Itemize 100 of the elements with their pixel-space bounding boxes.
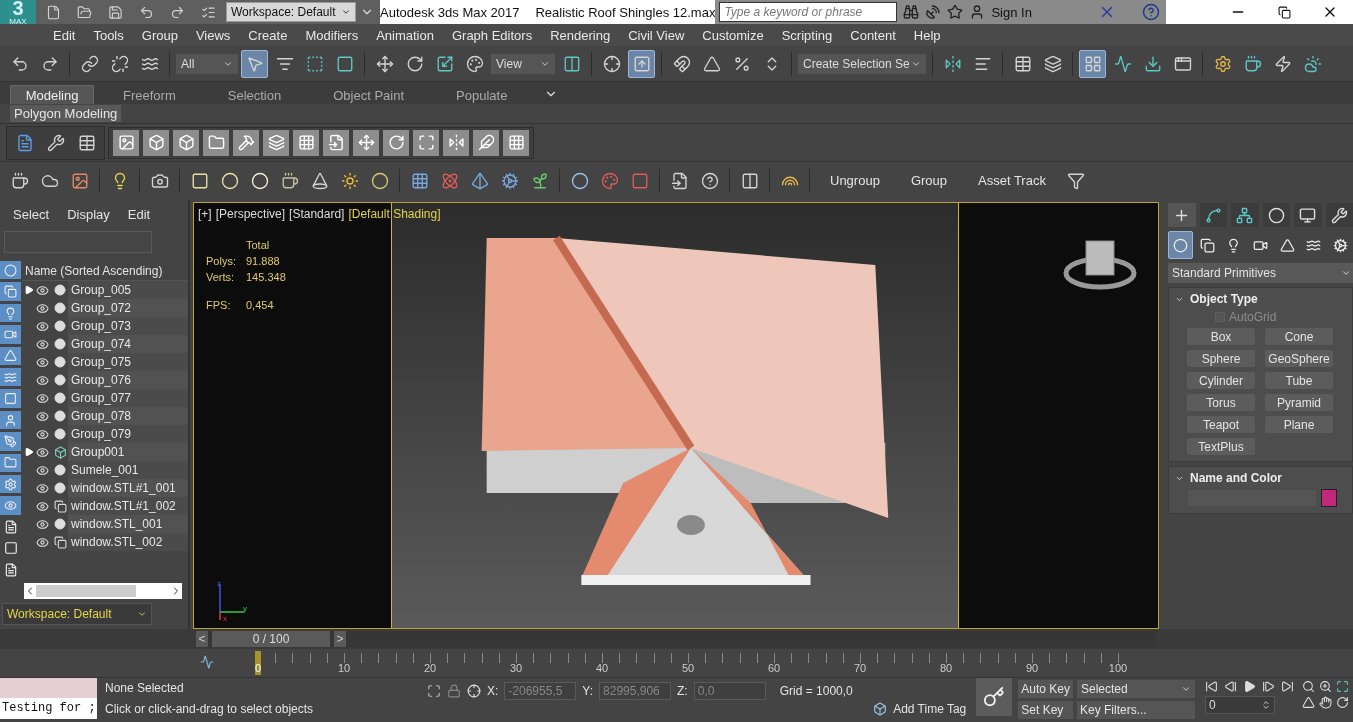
add-time-tag-button[interactable]: Add Time Tag (893, 701, 967, 716)
key-mode-dropdown[interactable]: Selected (1077, 680, 1195, 698)
next-frame-icon[interactable] (1262, 680, 1275, 693)
rectangular-selection-icon[interactable] (305, 54, 324, 73)
layers-icon[interactable] (1043, 54, 1062, 73)
scene-object[interactable]: Group001 (68, 443, 188, 461)
rotate-icon[interactable] (405, 54, 424, 73)
satellite-dish-icon[interactable] (925, 4, 942, 20)
maximize-icon[interactable] (417, 134, 435, 151)
crosshair-icon[interactable] (467, 684, 481, 698)
ribbon-tab[interactable]: Modeling (10, 85, 94, 104)
scene-object[interactable]: Group_075 (68, 353, 188, 371)
menu-item[interactable]: Create (239, 27, 297, 43)
sprout-icon[interactable] (530, 171, 549, 190)
render-setup-icon[interactable] (1213, 54, 1232, 73)
primitive-button[interactable]: Sphere (1187, 350, 1255, 367)
selection-filter-dropdown[interactable]: All (176, 53, 238, 74)
zoom-extents-icon[interactable] (1336, 680, 1349, 693)
viewport-label[interactable]: [Perspective] (215, 207, 286, 221)
list-icon[interactable] (77, 133, 96, 152)
zoom-icon[interactable] (1302, 680, 1315, 693)
explorer-menu[interactable]: Display (58, 206, 119, 222)
ribbon-panel-label[interactable]: Polygon Modeling (10, 105, 122, 122)
visibility-icon[interactable] (36, 283, 49, 297)
list-icon[interactable] (3, 520, 18, 535)
workspace-dropdown[interactable]: Workspace: Default (226, 2, 356, 22)
modify-icon[interactable] (1204, 206, 1222, 224)
primitive-button[interactable]: Plane (1265, 416, 1333, 433)
rollout-title[interactable]: Object Type (1190, 292, 1258, 306)
angle-snap-icon[interactable] (702, 54, 721, 73)
curve-editor-icon[interactable] (1113, 54, 1132, 73)
import-icon[interactable] (327, 134, 345, 151)
caret-icon[interactable] (341, 7, 351, 17)
menu-item[interactable]: Rendering (541, 27, 620, 43)
set-key-button[interactable]: Set Key (1018, 701, 1073, 719)
menu-item[interactable]: Tools (84, 27, 133, 43)
visibility-icon[interactable] (36, 481, 49, 495)
pan-icon[interactable] (1319, 696, 1332, 709)
helper-filter-icon[interactable] (4, 349, 17, 363)
helpers-icon[interactable] (1279, 237, 1295, 253)
search-field[interactable]: Type a keyword or phrase (719, 2, 898, 22)
current-frame-marker[interactable] (255, 651, 261, 675)
material-ball-icon[interactable] (570, 171, 589, 190)
scene-object[interactable]: Group_076 (68, 371, 188, 389)
layers-icon[interactable] (267, 134, 285, 151)
time-slider-thumb[interactable]: 0 / 100 (212, 631, 330, 647)
curve-icon[interactable] (200, 655, 214, 669)
caret-icon[interactable] (1181, 684, 1191, 694)
wrench-icon[interactable] (46, 133, 65, 152)
time-slider-track[interactable]: < 0 / 100 > (196, 631, 1156, 647)
viewport-label[interactable]: [+] (198, 207, 212, 221)
star-icon[interactable] (947, 4, 964, 20)
caret-icon[interactable] (1341, 268, 1351, 278)
sign-in-link[interactable]: Sign In (991, 4, 1032, 20)
explorer-menu[interactable]: Edit (118, 206, 160, 222)
hammer-icon[interactable] (237, 134, 255, 151)
undo-icon[interactable] (10, 54, 29, 73)
next-frame-button[interactable]: > (334, 631, 346, 647)
new-file-icon[interactable] (46, 4, 61, 20)
primitive-button[interactable]: Pyramid (1265, 394, 1333, 411)
undo-icon[interactable] (139, 4, 154, 20)
primitive-button[interactable]: Cone (1265, 328, 1333, 345)
spacewarp-filter-icon[interactable] (4, 370, 17, 384)
set-keys-icon[interactable] (983, 686, 1006, 708)
ribbon-tab[interactable]: Object Paint (310, 85, 428, 104)
zoom-all-icon[interactable] (1319, 680, 1332, 693)
spinner-icon[interactable] (1261, 700, 1271, 710)
field-of-view-icon[interactable] (1302, 696, 1315, 709)
image-icon[interactable] (117, 134, 135, 151)
file-input-icon[interactable] (670, 171, 689, 190)
color-swatch[interactable] (1321, 489, 1337, 507)
scale-icon[interactable] (435, 54, 454, 73)
workspace-field[interactable]: Workspace: Default (2, 603, 152, 625)
box-icon[interactable] (147, 134, 165, 151)
feather-icon[interactable] (477, 134, 495, 151)
go-to-end-icon[interactable] (1281, 680, 1294, 693)
menu-item[interactable]: Edit (44, 27, 85, 43)
save-icon[interactable] (108, 4, 123, 20)
document-icon[interactable] (3, 562, 18, 577)
atom-icon[interactable] (440, 171, 459, 190)
previous-frame-button[interactable]: < (196, 631, 208, 647)
visibility-icon[interactable] (36, 535, 49, 549)
primitive-button[interactable]: Box (1187, 328, 1255, 345)
grid-icon[interactable] (297, 134, 315, 151)
visibility-icon[interactable] (36, 337, 49, 351)
move-icon[interactable] (357, 134, 375, 151)
scene-object[interactable]: window.STL#1_001 (68, 479, 188, 497)
pyramid-icon[interactable] (470, 171, 489, 190)
shelf-button[interactable]: Ungroup (816, 173, 894, 188)
visibility-icon[interactable] (36, 373, 49, 387)
scene-object[interactable]: Group_074 (68, 335, 188, 353)
move-icon[interactable] (375, 54, 394, 73)
previous-frame-icon[interactable] (1224, 680, 1237, 693)
render-icon[interactable] (1273, 54, 1292, 73)
scene-object[interactable]: window.STL#1_002 (68, 497, 188, 515)
binoculars-icon[interactable] (903, 4, 920, 20)
geometry-icon[interactable] (1172, 237, 1188, 253)
time-tag-icon[interactable] (873, 701, 888, 716)
folder-icon[interactable] (207, 134, 225, 151)
image-icon[interactable] (70, 171, 89, 190)
